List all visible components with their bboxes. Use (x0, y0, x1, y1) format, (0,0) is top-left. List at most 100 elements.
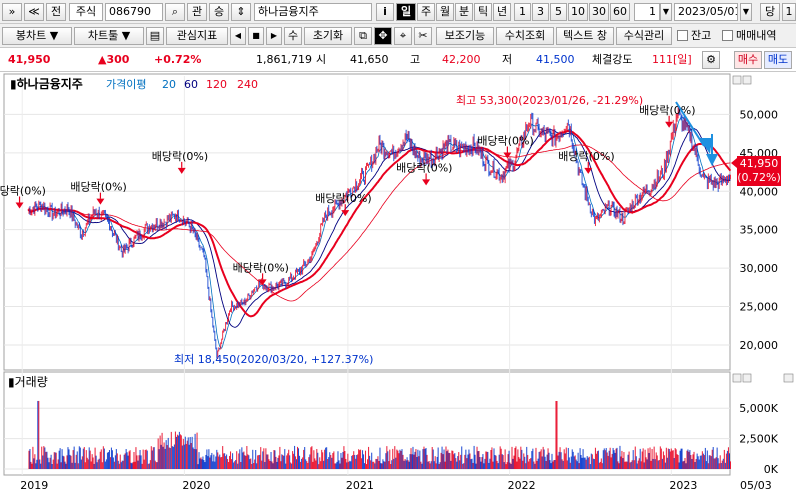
next-icon[interactable]: ▶ (266, 27, 282, 45)
strength-value: 111[일] (652, 53, 692, 66)
up-button[interactable]: ≪ (24, 3, 44, 21)
trades-label: 매매내역 (736, 29, 777, 42)
panel-menu-icon[interactable] (732, 75, 742, 85)
stock-name-field[interactable]: 하나금융지주 (254, 3, 372, 21)
price-tick-label: 30,000 (740, 262, 779, 275)
interval-60[interactable]: 60 (610, 3, 630, 21)
volume-menu-icon[interactable] (732, 373, 742, 383)
aux-functions-button[interactable]: 보조기능 (436, 27, 494, 45)
sell-button[interactable]: 매도 (764, 51, 792, 69)
dividend-label: 배당락(0%) (233, 261, 289, 274)
numeric-toggle-button[interactable]: 수 (284, 27, 302, 45)
dividend-label: 배당락(0%) (639, 104, 695, 117)
high-annotation: 최고 53,300(2023/01/26, -21.29%) (456, 94, 643, 107)
settings-gear-icon[interactable]: ⚙ (702, 51, 720, 69)
relation-button[interactable]: 관 (187, 3, 207, 21)
info-button[interactable]: i (376, 3, 394, 21)
period-minute[interactable]: 분 (455, 3, 473, 21)
last-change-text: (0.72%) (737, 171, 781, 184)
all-button[interactable]: 전 (46, 3, 66, 21)
numeric-query-button[interactable]: 수치조회 (496, 27, 554, 45)
chart-title: ▮하나금융지주 (10, 76, 83, 91)
volume-panel-title: ▮거래량 (8, 375, 48, 389)
prev-icon[interactable]: ◀ (230, 27, 246, 45)
current-price: 41,950 (8, 53, 51, 66)
stock-chart[interactable]: 배당락(0%) 배당락(0%) 배당락(0%) 배당락(0%) 배당락(0%) 배당락(0… (0, 72, 796, 494)
indicators-button[interactable]: 관심지표 (166, 27, 228, 45)
trades-checkbox[interactable] (722, 30, 733, 41)
reset-button[interactable]: 초기화 (304, 27, 352, 45)
formula-manager-button[interactable]: 수식관리 (616, 27, 672, 45)
dividend-label: 배당락(0%) (70, 181, 126, 194)
expand-button[interactable]: » (2, 3, 22, 21)
panel-maximize-icon[interactable] (742, 75, 752, 85)
count-input[interactable]: 1 (634, 3, 660, 21)
dividend-label: 배당락(0%) (396, 161, 452, 174)
time-tick-label: 2019 (20, 479, 48, 492)
layout-icon[interactable]: ▤ (146, 27, 164, 45)
time-tick-label: 2020 (182, 479, 210, 492)
strength-label: 체결강도 (592, 53, 633, 66)
low-value: 41,500 (536, 53, 575, 66)
rise-list-button[interactable]: 승 (209, 3, 229, 21)
date-input[interactable]: 2023/05/01 (674, 3, 738, 21)
period-day[interactable]: 일 (396, 3, 416, 21)
search-icon[interactable]: ⌕ (165, 3, 185, 21)
price-tick-label: 35,000 (740, 224, 779, 237)
dividend-label: 배당락(0%) (152, 150, 208, 163)
volume-tick-label: 0K (764, 463, 779, 476)
volume-close-icon[interactable] (783, 373, 794, 383)
dividend-label: 배당락(0%) (0, 184, 46, 197)
last-price-text: 41,950 (740, 157, 779, 170)
volume-value: 1,861,719 (256, 53, 312, 66)
today-button[interactable]: 당 (760, 3, 780, 21)
count-dropdown-icon[interactable]: ▼ (660, 3, 672, 21)
scissors-icon[interactable]: ✂ (414, 27, 432, 45)
toolbar-chart: 봉차트 ▼ 차트툴 ▼ ▤ 관심지표 ◀ ■ ▶ 수 초기화 ⧉ ✥ ⌖ ✂ 보… (0, 24, 796, 48)
legend-ma-60: 60 (184, 78, 198, 91)
pin-icon[interactable]: ⌖ (394, 27, 412, 45)
price-tick-label: 25,000 (740, 301, 779, 314)
period-week[interactable]: 주 (417, 3, 435, 21)
volume-tick-label: 5,000K (739, 402, 778, 415)
legend-ma-label: 가격이평 (106, 78, 146, 91)
stock-code-input[interactable]: 086790 (105, 3, 163, 21)
dividend-label: 배당락(0%) (477, 135, 533, 148)
crosshair-icon[interactable]: ✥ (374, 27, 392, 45)
balance-label: 잔고 (691, 29, 712, 42)
market-select[interactable]: 주식 (69, 3, 103, 21)
balance-checkbox[interactable] (677, 30, 688, 41)
interval-3[interactable]: 3 (532, 3, 549, 21)
interval-1[interactable]: 1 (514, 3, 531, 21)
high-label: 고 (410, 53, 421, 66)
volume-tick-label: 2,500K (739, 433, 778, 446)
window-count-button[interactable]: 1 (782, 3, 796, 21)
interval-10[interactable]: 10 (568, 3, 588, 21)
buy-button[interactable]: 매수 (734, 51, 762, 69)
dividend-label: 배당락(0%) (558, 150, 614, 163)
price-tick-label: 40,000 (740, 185, 779, 198)
low-label: 저 (502, 53, 513, 66)
period-year[interactable]: 년 (493, 3, 511, 21)
legend-ma-120: 120 (206, 78, 227, 91)
toolbar-top: » ≪ 전 주식 086790 ⌕ 관 승 ⇕ 하나금융지주 i 일 주 월 분… (0, 0, 796, 24)
time-tick-label: 05/03 (740, 479, 772, 492)
period-month[interactable]: 월 (436, 3, 454, 21)
window-icon[interactable]: ⧉ (354, 27, 372, 45)
open-value: 41,650 (350, 53, 389, 66)
chart-type-select[interactable]: 봉차트 ▼ (2, 27, 72, 45)
legend-ma-20: 20 (162, 78, 176, 91)
text-window-button[interactable]: 텍스트 창 (556, 27, 614, 45)
stepper-icon[interactable]: ⇕ (231, 3, 251, 21)
chart-tools-select[interactable]: 차트툴 ▼ (74, 27, 144, 45)
price-tick-label: 50,000 (740, 108, 779, 121)
time-tick-label: 2022 (508, 479, 536, 492)
period-tick[interactable]: 틱 (474, 3, 492, 21)
interval-30[interactable]: 30 (589, 3, 609, 21)
date-dropdown-icon[interactable]: ▼ (740, 3, 752, 21)
low-annotation: 최저 18,450(2020/03/20, +127.37%) (174, 353, 373, 366)
stop-icon[interactable]: ■ (248, 27, 264, 45)
volume-maximize-icon[interactable] (742, 373, 752, 383)
interval-5[interactable]: 5 (550, 3, 567, 21)
high-value: 42,200 (442, 53, 481, 66)
